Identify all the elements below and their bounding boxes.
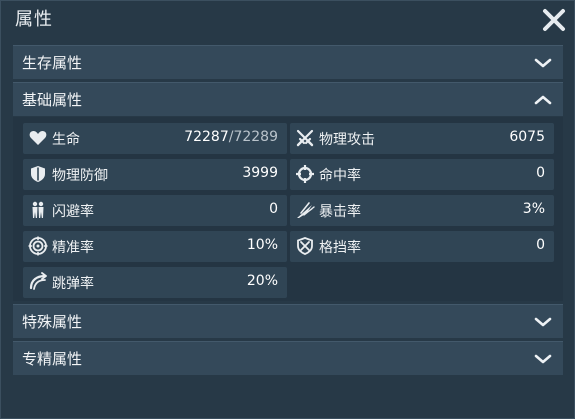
stat-block-rate-value: 0 [536, 237, 545, 253]
chevron-down-icon [534, 354, 552, 364]
heart-icon [29, 131, 47, 145]
stat-crit-rate-label: 暴击率 [319, 204, 361, 220]
chevron-up-icon [534, 95, 552, 105]
section-expert-header[interactable]: 专精属性 [13, 341, 563, 375]
stat-block-rate: 格挡率 0 [290, 231, 554, 262]
stat-hp-max: 72289 [233, 129, 278, 145]
stat-physical-attack: 物理攻击 6075 [290, 123, 554, 154]
stat-precision-rate-label: 精准率 [52, 240, 94, 256]
section-special-header[interactable]: 特殊属性 [13, 304, 563, 338]
stat-hp-value: 72287/72289 [184, 129, 278, 145]
section-special-label: 特殊属性 [22, 313, 83, 331]
stat-hp-label: 生命 [52, 132, 80, 148]
stat-crit-rate-value: 3% [522, 201, 545, 217]
stat-physical-attack-value: 6075 [509, 129, 545, 145]
section-survival-header[interactable]: 生存属性 [13, 45, 563, 79]
stat-precision-rate: 精准率 10% [23, 231, 287, 262]
section-expert-label: 专精属性 [22, 350, 83, 368]
stat-physical-defense: 物理防御 3999 [23, 159, 287, 190]
crosshair-icon [296, 165, 314, 183]
stat-ricochet-rate-label: 跳弹率 [52, 276, 94, 292]
section-basic-header[interactable]: 基础属性 [13, 82, 563, 116]
attributes-panel: 属性 生存属性 基础属性 生命 72287/72289 物理攻击 6075 物理… [0, 0, 575, 419]
stat-physical-defense-value: 3999 [242, 165, 278, 181]
stat-dodge-rate: 闪避率 0 [23, 195, 287, 226]
chevron-down-icon [534, 58, 552, 68]
stat-crit-rate: 暴击率 3% [290, 195, 554, 226]
stat-block-rate-label: 格挡率 [319, 240, 361, 256]
basic-stats-grid: 生命 72287/72289 物理攻击 6075 物理防御 3999 命中率 0… [13, 117, 563, 301]
close-icon[interactable] [541, 7, 567, 33]
section-survival-label: 生存属性 [22, 54, 83, 72]
stat-ricochet-rate-value: 20% [246, 273, 278, 289]
shield-icon [31, 166, 45, 182]
stat-dodge-rate-value: 0 [269, 201, 278, 217]
block-shield-icon [297, 237, 313, 255]
stat-physical-attack-label: 物理攻击 [319, 132, 375, 148]
stat-hit-rate-value: 0 [536, 165, 545, 181]
section-basic-label: 基础属性 [22, 91, 83, 109]
stat-hit-rate-label: 命中率 [319, 168, 361, 184]
ricochet-icon [29, 272, 47, 290]
stat-physical-defense-label: 物理防御 [52, 168, 108, 184]
stat-hp-current: 72287 [184, 129, 229, 145]
chevron-down-icon [534, 317, 552, 327]
stat-hit-rate: 命中率 0 [290, 159, 554, 190]
stat-precision-rate-value: 10% [246, 237, 278, 253]
slash-icon [297, 202, 315, 218]
crossed-swords-icon [296, 129, 314, 147]
target-icon [28, 236, 48, 256]
stat-hp: 生命 72287/72289 [23, 123, 287, 154]
stat-dodge-rate-label: 闪避率 [52, 204, 94, 220]
dodge-figures-icon [32, 201, 44, 218]
title-bar: 属性 [1, 1, 575, 39]
stat-ricochet-rate: 跳弹率 20% [23, 267, 287, 298]
panel-title: 属性 [15, 9, 53, 30]
